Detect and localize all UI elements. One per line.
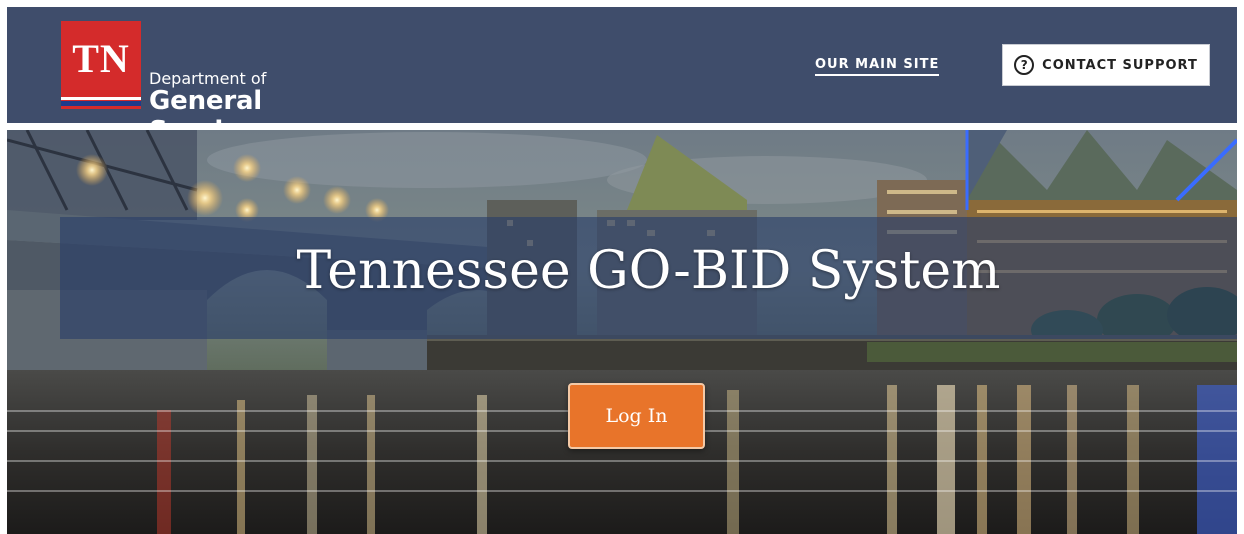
dgs-logo-link[interactable]: TN Department of General Services xyxy=(61,21,391,146)
page-title: Tennessee GO-BID System xyxy=(296,241,1001,301)
site-header: TN Department of General Services OUR MA… xyxy=(7,7,1237,146)
contact-support-button[interactable]: ? CONTACT SUPPORT xyxy=(1002,44,1210,86)
log-in-label: Log In xyxy=(605,405,668,427)
our-main-site-link[interactable]: OUR MAIN SITE xyxy=(815,57,940,76)
hero-banner: Tennessee GO-BID System Log In xyxy=(7,130,1237,534)
contact-support-label: CONTACT SUPPORT xyxy=(1042,57,1198,73)
badge-blue-stripe xyxy=(61,101,141,106)
log-in-button[interactable]: Log In xyxy=(568,383,705,449)
tn-logo-badge: TN xyxy=(61,21,141,109)
tn-badge-text: TN xyxy=(72,36,130,81)
hero-title-band: Tennessee GO-BID System xyxy=(60,217,1237,339)
badge-white-stripe xyxy=(61,97,141,100)
page: TN Department of General Services OUR MA… xyxy=(7,7,1237,534)
question-circle-icon: ? xyxy=(1014,55,1035,75)
